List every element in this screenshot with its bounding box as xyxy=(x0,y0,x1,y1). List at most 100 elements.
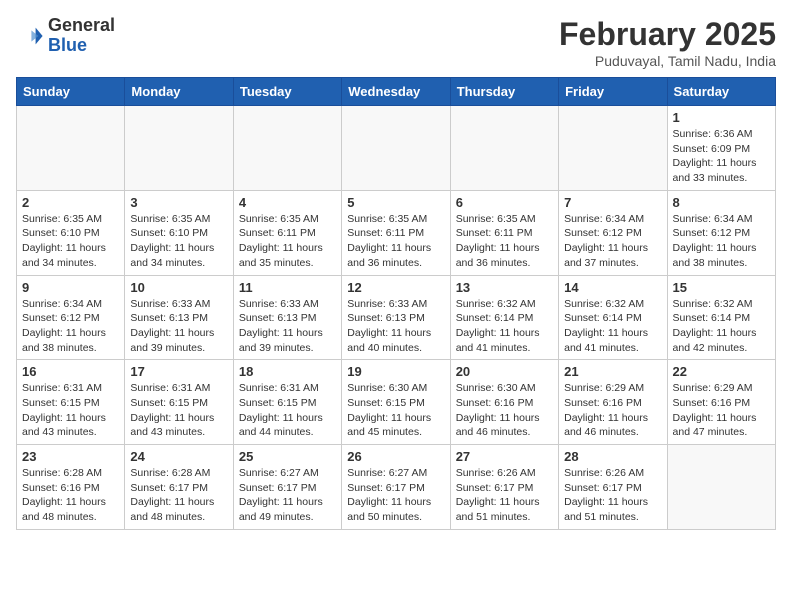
day-number: 11 xyxy=(239,280,336,295)
day-info: Sunrise: 6:29 AM Sunset: 6:16 PM Dayligh… xyxy=(564,381,661,440)
day-info: Sunrise: 6:34 AM Sunset: 6:12 PM Dayligh… xyxy=(673,212,770,271)
day-info: Sunrise: 6:35 AM Sunset: 6:11 PM Dayligh… xyxy=(347,212,444,271)
calendar-cell xyxy=(667,445,775,530)
weekday-header-friday: Friday xyxy=(559,78,667,106)
day-info: Sunrise: 6:32 AM Sunset: 6:14 PM Dayligh… xyxy=(564,297,661,356)
day-info: Sunrise: 6:28 AM Sunset: 6:17 PM Dayligh… xyxy=(130,466,227,525)
day-number: 17 xyxy=(130,364,227,379)
calendar-cell: 19 Sunrise: 6:30 AM Sunset: 6:15 PM Dayli… xyxy=(342,360,450,445)
calendar-week-1: 1 Sunrise: 6:36 AM Sunset: 6:09 PM Daylig… xyxy=(17,106,776,191)
day-number: 6 xyxy=(456,195,553,210)
day-info: Sunrise: 6:27 AM Sunset: 6:17 PM Dayligh… xyxy=(239,466,336,525)
title-block: February 2025 Puduvayal, Tamil Nadu, Ind… xyxy=(559,16,776,69)
calendar-cell: 20 Sunrise: 6:30 AM Sunset: 6:16 PM Dayli… xyxy=(450,360,558,445)
calendar-cell: 13 Sunrise: 6:32 AM Sunset: 6:14 PM Dayli… xyxy=(450,275,558,360)
calendar-cell: 22Sunrise: 6:29 AM Sunset: 6:16 PM Dayli… xyxy=(667,360,775,445)
day-number: 13 xyxy=(456,280,553,295)
calendar-cell: 17 Sunrise: 6:31 AM Sunset: 6:15 PM Dayli… xyxy=(125,360,233,445)
logo-text: General Blue xyxy=(48,16,115,56)
day-number: 10 xyxy=(130,280,227,295)
day-info: Sunrise: 6:35 AM Sunset: 6:11 PM Dayligh… xyxy=(239,212,336,271)
day-number: 3 xyxy=(130,195,227,210)
calendar-cell: 2 Sunrise: 6:35 AM Sunset: 6:10 PM Daylig… xyxy=(17,190,125,275)
weekday-header-saturday: Saturday xyxy=(667,78,775,106)
calendar-cell xyxy=(125,106,233,191)
weekday-header-row: SundayMondayTuesdayWednesdayThursdayFrid… xyxy=(17,78,776,106)
day-number: 4 xyxy=(239,195,336,210)
calendar-cell xyxy=(17,106,125,191)
day-number: 12 xyxy=(347,280,444,295)
day-info: Sunrise: 6:26 AM Sunset: 6:17 PM Dayligh… xyxy=(456,466,553,525)
weekday-header-thursday: Thursday xyxy=(450,78,558,106)
weekday-header-wednesday: Wednesday xyxy=(342,78,450,106)
calendar-cell: 10 Sunrise: 6:33 AM Sunset: 6:13 PM Dayli… xyxy=(125,275,233,360)
day-info: Sunrise: 6:32 AM Sunset: 6:14 PM Dayligh… xyxy=(673,297,770,356)
calendar-cell: 3 Sunrise: 6:35 AM Sunset: 6:10 PM Daylig… xyxy=(125,190,233,275)
day-number: 14 xyxy=(564,280,661,295)
day-info: Sunrise: 6:31 AM Sunset: 6:15 PM Dayligh… xyxy=(239,381,336,440)
calendar-cell: 11 Sunrise: 6:33 AM Sunset: 6:13 PM Dayli… xyxy=(233,275,341,360)
calendar-cell: 1 Sunrise: 6:36 AM Sunset: 6:09 PM Daylig… xyxy=(667,106,775,191)
calendar-cell: 21 Sunrise: 6:29 AM Sunset: 6:16 PM Dayli… xyxy=(559,360,667,445)
day-info: Sunrise: 6:32 AM Sunset: 6:14 PM Dayligh… xyxy=(456,297,553,356)
day-number: 2 xyxy=(22,195,119,210)
day-info: Sunrise: 6:31 AM Sunset: 6:15 PM Dayligh… xyxy=(22,381,119,440)
calendar-cell: 27 Sunrise: 6:26 AM Sunset: 6:17 PM Dayli… xyxy=(450,445,558,530)
calendar-cell: 7 Sunrise: 6:34 AM Sunset: 6:12 PM Daylig… xyxy=(559,190,667,275)
day-number: 5 xyxy=(347,195,444,210)
calendar-cell: 25 Sunrise: 6:27 AM Sunset: 6:17 PM Dayli… xyxy=(233,445,341,530)
day-number: 9 xyxy=(22,280,119,295)
logo-blue: Blue xyxy=(48,35,87,55)
day-info: Sunrise: 6:35 AM Sunset: 6:10 PM Dayligh… xyxy=(130,212,227,271)
day-info: Sunrise: 6:33 AM Sunset: 6:13 PM Dayligh… xyxy=(239,297,336,356)
day-number: 27 xyxy=(456,449,553,464)
day-info: Sunrise: 6:36 AM Sunset: 6:09 PM Dayligh… xyxy=(673,127,770,186)
day-info: Sunrise: 6:33 AM Sunset: 6:13 PM Dayligh… xyxy=(130,297,227,356)
day-info: Sunrise: 6:33 AM Sunset: 6:13 PM Dayligh… xyxy=(347,297,444,356)
calendar-cell: 9Sunrise: 6:34 AM Sunset: 6:12 PM Daylig… xyxy=(17,275,125,360)
day-info: Sunrise: 6:30 AM Sunset: 6:16 PM Dayligh… xyxy=(456,381,553,440)
page-header: General Blue February 2025 Puduvayal, Ta… xyxy=(16,16,776,69)
logo-icon xyxy=(16,22,44,50)
logo-general: General xyxy=(48,15,115,35)
day-number: 28 xyxy=(564,449,661,464)
calendar-week-5: 23Sunrise: 6:28 AM Sunset: 6:16 PM Dayli… xyxy=(17,445,776,530)
day-info: Sunrise: 6:35 AM Sunset: 6:10 PM Dayligh… xyxy=(22,212,119,271)
calendar-cell: 14 Sunrise: 6:32 AM Sunset: 6:14 PM Dayli… xyxy=(559,275,667,360)
weekday-header-tuesday: Tuesday xyxy=(233,78,341,106)
weekday-header-sunday: Sunday xyxy=(17,78,125,106)
day-number: 1 xyxy=(673,110,770,125)
day-number: 26 xyxy=(347,449,444,464)
day-number: 15 xyxy=(673,280,770,295)
day-number: 7 xyxy=(564,195,661,210)
day-info: Sunrise: 6:34 AM Sunset: 6:12 PM Dayligh… xyxy=(564,212,661,271)
logo: General Blue xyxy=(16,16,115,56)
calendar-cell: 26 Sunrise: 6:27 AM Sunset: 6:17 PM Dayli… xyxy=(342,445,450,530)
day-number: 25 xyxy=(239,449,336,464)
calendar-cell xyxy=(450,106,558,191)
day-number: 19 xyxy=(347,364,444,379)
day-info: Sunrise: 6:30 AM Sunset: 6:15 PM Dayligh… xyxy=(347,381,444,440)
calendar-cell: 15 Sunrise: 6:32 AM Sunset: 6:14 PM Dayli… xyxy=(667,275,775,360)
weekday-header-monday: Monday xyxy=(125,78,233,106)
calendar-table: SundayMondayTuesdayWednesdayThursdayFrid… xyxy=(16,77,776,530)
calendar-cell xyxy=(233,106,341,191)
calendar-cell: 23Sunrise: 6:28 AM Sunset: 6:16 PM Dayli… xyxy=(17,445,125,530)
calendar-cell xyxy=(342,106,450,191)
day-info: Sunrise: 6:27 AM Sunset: 6:17 PM Dayligh… xyxy=(347,466,444,525)
day-number: 24 xyxy=(130,449,227,464)
calendar-cell xyxy=(559,106,667,191)
calendar-cell: 28Sunrise: 6:26 AM Sunset: 6:17 PM Dayli… xyxy=(559,445,667,530)
calendar-cell: 16 Sunrise: 6:31 AM Sunset: 6:15 PM Dayli… xyxy=(17,360,125,445)
day-number: 21 xyxy=(564,364,661,379)
calendar-week-2: 2 Sunrise: 6:35 AM Sunset: 6:10 PM Daylig… xyxy=(17,190,776,275)
calendar-cell: 5 Sunrise: 6:35 AM Sunset: 6:11 PM Daylig… xyxy=(342,190,450,275)
day-info: Sunrise: 6:31 AM Sunset: 6:15 PM Dayligh… xyxy=(130,381,227,440)
day-number: 16 xyxy=(22,364,119,379)
calendar-cell: 12 Sunrise: 6:33 AM Sunset: 6:13 PM Dayli… xyxy=(342,275,450,360)
day-number: 20 xyxy=(456,364,553,379)
calendar-cell: 8Sunrise: 6:34 AM Sunset: 6:12 PM Daylig… xyxy=(667,190,775,275)
month-title: February 2025 xyxy=(559,16,776,53)
calendar-week-3: 9Sunrise: 6:34 AM Sunset: 6:12 PM Daylig… xyxy=(17,275,776,360)
calendar-week-4: 16 Sunrise: 6:31 AM Sunset: 6:15 PM Dayli… xyxy=(17,360,776,445)
